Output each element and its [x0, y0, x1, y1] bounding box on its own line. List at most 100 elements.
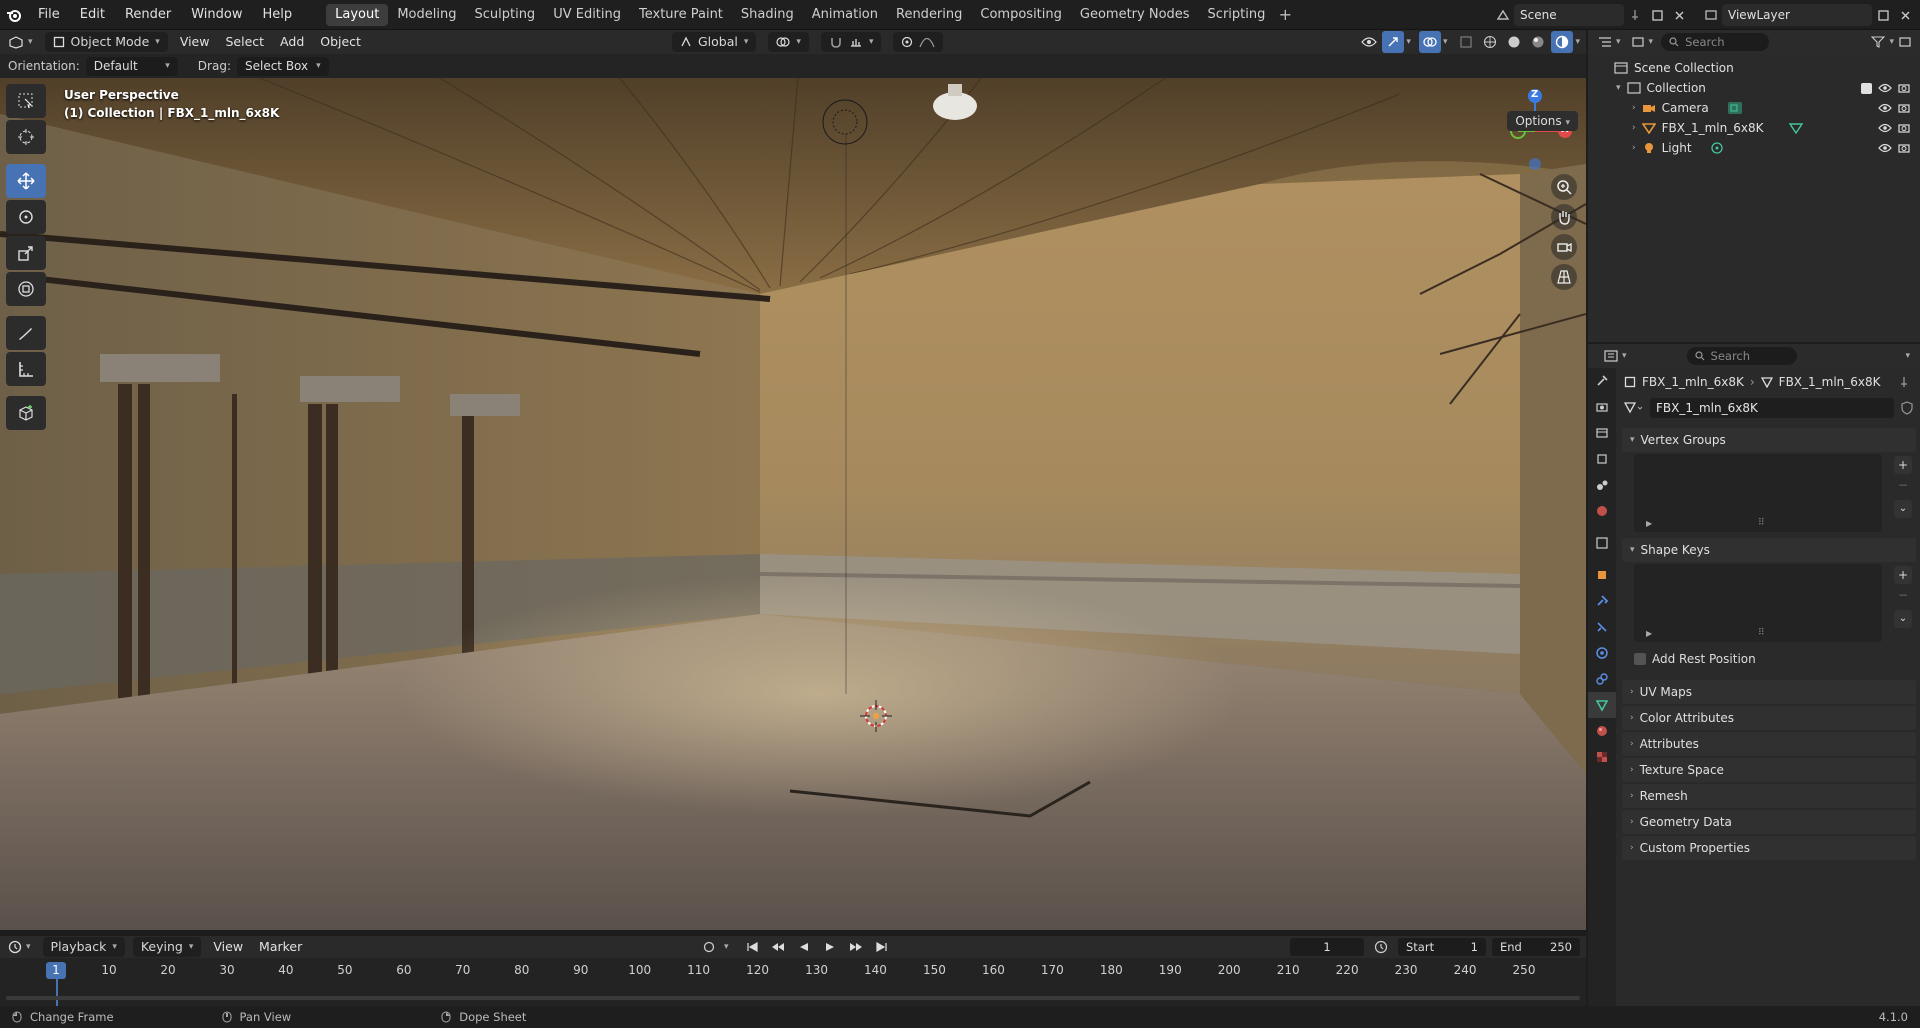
snap-icon[interactable]: ▾	[820, 32, 882, 52]
add-vertex-group-icon[interactable]: +	[1894, 456, 1912, 474]
world-tab-icon[interactable]	[1588, 498, 1616, 524]
measure-tool-icon[interactable]	[6, 352, 46, 386]
menu-add[interactable]: Add	[272, 32, 312, 52]
panel-custom-properties[interactable]: › Custom Properties	[1622, 836, 1916, 860]
tab-animation[interactable]: Animation	[803, 4, 887, 26]
outliner-item-camera[interactable]: › Camera	[1588, 98, 1920, 118]
mesh-name-field[interactable]: FBX_1_mln_6x8K	[1650, 398, 1894, 418]
rotate-tool-icon[interactable]	[6, 200, 46, 234]
physics-tab-icon[interactable]	[1588, 640, 1616, 666]
play-icon[interactable]	[819, 936, 841, 958]
panel-shape-keys[interactable]: ▾ Shape Keys	[1622, 538, 1916, 562]
outliner-collection[interactable]: ▾ Collection	[1588, 78, 1920, 98]
outliner-scene-collection[interactable]: Scene Collection	[1588, 58, 1920, 78]
remove-vertex-group-icon[interactable]: −	[1894, 476, 1912, 494]
add-workspace-button[interactable]: +	[1274, 4, 1296, 26]
timeline-editor-type-icon[interactable]: ▾	[0, 937, 39, 957]
menu-select[interactable]: Select	[217, 32, 272, 52]
panel-attributes[interactable]: › Attributes	[1622, 732, 1916, 756]
timeline-area[interactable]: 10 20 30 40 50 60 70 80 90 100 110 120 130 140 150 160 1…	[0, 958, 1586, 1006]
tool-tab-icon[interactable]	[1588, 368, 1616, 394]
list-resize-handle-icon[interactable]: ⠿	[1758, 628, 1765, 638]
auto-keying-icon[interactable]	[698, 936, 720, 958]
mesh-browse-icon[interactable]	[1624, 401, 1644, 415]
jump-start-icon[interactable]	[741, 936, 763, 958]
properties-editor-type-icon[interactable]	[1600, 345, 1622, 367]
drag-dropdown[interactable]: Select Box ▾	[236, 56, 329, 76]
list-resize-handle-icon[interactable]: ⠿	[1758, 518, 1765, 528]
mesh-data-tab-icon[interactable]	[1588, 692, 1616, 718]
properties-options-icon[interactable]: ▾	[1905, 351, 1910, 361]
start-frame-field[interactable]: Start 1	[1398, 938, 1486, 956]
tab-texture-paint[interactable]: Texture Paint	[630, 4, 732, 26]
menu-object[interactable]: Object	[312, 32, 369, 52]
menu-help[interactable]: Help	[253, 0, 303, 30]
eye-icon[interactable]	[1878, 143, 1892, 153]
render-camera-icon[interactable]	[1898, 82, 1910, 94]
tab-geometry-nodes[interactable]: Geometry Nodes	[1071, 4, 1199, 26]
add-shape-key-icon[interactable]: +	[1894, 566, 1912, 584]
jump-keyframe-forward-icon[interactable]	[845, 936, 867, 958]
select-box-tool-icon[interactable]	[6, 84, 46, 118]
modifier-tab-icon[interactable]	[1588, 588, 1616, 614]
panel-geometry-data[interactable]: › Geometry Data	[1622, 810, 1916, 834]
editor-type-icon[interactable]: ▾	[0, 32, 41, 52]
menu-view[interactable]: View	[172, 32, 218, 52]
blender-logo-icon[interactable]	[0, 0, 28, 30]
view-layer-tab-icon[interactable]	[1588, 446, 1616, 472]
perspective-grid-icon[interactable]	[1551, 264, 1577, 290]
preview-range-clock-icon[interactable]	[1370, 936, 1392, 958]
camera-expand-icon[interactable]: ›	[1632, 103, 1636, 113]
outliner-editor-type-icon[interactable]	[1594, 31, 1616, 53]
panel-vertex-groups[interactable]: ▾ Vertex Groups	[1622, 428, 1916, 452]
particles-tab-icon[interactable]	[1588, 614, 1616, 640]
jump-end-icon[interactable]	[871, 936, 893, 958]
pan-hand-icon[interactable]	[1551, 204, 1577, 230]
eye-icon[interactable]	[1878, 123, 1892, 133]
tab-scripting[interactable]: Scripting	[1199, 4, 1275, 26]
outliner-search-input[interactable]: Search	[1661, 33, 1770, 51]
render-camera-icon[interactable]	[1898, 142, 1910, 154]
rendered-shading-icon[interactable]	[1551, 31, 1574, 53]
scale-tool-icon[interactable]	[6, 236, 46, 270]
camera-data-icon[interactable]	[1727, 101, 1743, 115]
eye-icon[interactable]	[1878, 83, 1892, 93]
tab-modeling[interactable]: Modeling	[388, 4, 465, 26]
orientation-dropdown[interactable]: Default ▾	[85, 56, 178, 76]
proportional-editing-icon[interactable]	[893, 32, 944, 52]
current-frame-field[interactable]: 1	[1290, 938, 1364, 956]
add-rest-position-checkbox[interactable]	[1634, 653, 1646, 665]
collection-expand-icon[interactable]: ▾	[1616, 83, 1621, 93]
timeline-scrollbar[interactable]	[6, 996, 1580, 1000]
fake-user-shield-icon[interactable]	[1900, 401, 1914, 415]
view-layer-icon[interactable]	[1700, 4, 1722, 26]
mesh-expand-icon[interactable]: ›	[1632, 123, 1636, 133]
menu-render[interactable]: Render	[115, 0, 181, 30]
menu-window[interactable]: Window	[181, 0, 252, 30]
playhead-current-frame[interactable]: 1	[46, 962, 66, 979]
xray-toggle-icon[interactable]	[1455, 31, 1477, 53]
outliner-item-light[interactable]: › Light	[1588, 138, 1920, 158]
cursor-tool-icon[interactable]	[6, 120, 46, 154]
constraints-tab-icon[interactable]	[1588, 666, 1616, 692]
vertex-group-menu-icon[interactable]: ⌄	[1894, 500, 1912, 518]
move-tool-icon[interactable]	[6, 164, 46, 198]
shape-keys-list[interactable]: ▶ ⠿	[1634, 564, 1882, 642]
light-expand-icon[interactable]: ›	[1632, 143, 1636, 153]
shape-key-menu-icon[interactable]: ⌄	[1894, 610, 1912, 628]
scene-icon[interactable]	[1492, 4, 1514, 26]
annotate-tool-icon[interactable]	[6, 316, 46, 350]
collection-checkbox-icon[interactable]	[1861, 82, 1872, 94]
tab-layout[interactable]: Layout	[326, 3, 389, 26]
panel-uv-maps[interactable]: › UV Maps	[1622, 680, 1916, 704]
list-expand-icon[interactable]: ▶	[1646, 629, 1652, 638]
mesh-data-icon[interactable]	[1789, 122, 1804, 134]
new-collection-icon[interactable]	[1894, 31, 1916, 53]
play-reverse-icon[interactable]	[793, 936, 815, 958]
render-camera-icon[interactable]	[1898, 102, 1910, 114]
mode-dropdown[interactable]: Object Mode ▾	[44, 32, 168, 52]
tab-uv-editing[interactable]: UV Editing	[544, 4, 630, 26]
transform-orientation-dropdown[interactable]: Global ▾	[672, 32, 757, 52]
timeline-view-menu[interactable]: View	[205, 937, 251, 957]
display-mode-icon[interactable]	[1627, 31, 1649, 53]
